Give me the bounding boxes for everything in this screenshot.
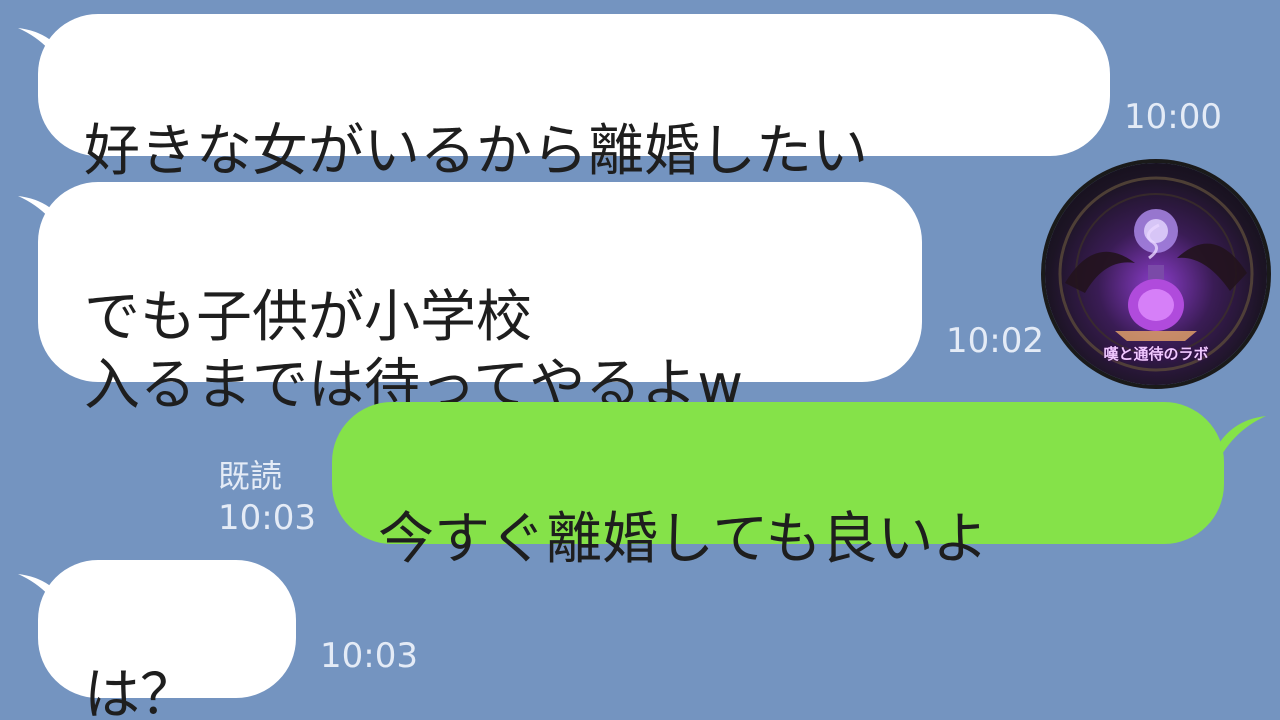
channel-logo-avatar: 嘆と通待のラボ <box>1045 163 1267 385</box>
message-text: 好きな女がいるから離婚したい <box>84 119 868 184</box>
incoming-message-bubble[interactable]: でも子供が小学校 入るまでは待ってやるよw <box>38 182 922 418</box>
message-timestamp: 10:02 <box>946 321 1044 361</box>
incoming-message-bubble[interactable]: 好きな女がいるから離婚したい <box>38 14 1110 184</box>
message-timestamp: 10:03 <box>320 636 418 676</box>
incoming-message-bubble[interactable]: は？ <box>38 560 296 720</box>
read-label: 既読 <box>218 457 283 495</box>
message-text: 今すぐ離婚しても良いよ <box>378 507 989 572</box>
message-text: でも子供が小学校 入るまでは待ってやるよw <box>84 285 744 418</box>
bubble-tail-icon <box>1214 416 1266 470</box>
channel-logo-label: 嘆と通待のラボ <box>1103 345 1209 363</box>
message-timestamp: 10:03 <box>218 498 316 538</box>
outgoing-message-bubble[interactable]: 今すぐ離婚しても良いよ <box>332 402 1224 572</box>
message-text: は？ <box>84 663 196 720</box>
message-timestamp: 10:00 <box>1124 97 1222 137</box>
read-receipt: 既読 10:03 <box>218 455 316 539</box>
